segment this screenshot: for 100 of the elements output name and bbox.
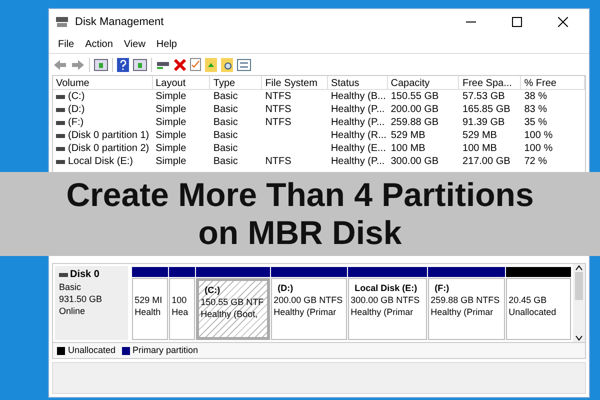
delete-icon[interactable] — [174, 58, 186, 70]
table-cell-text: Healthy (P... — [330, 116, 385, 130]
menu-item[interactable]: Action — [80, 36, 118, 52]
partition-size: 100 — [172, 294, 188, 306]
partition-block[interactable]: 100 Hea — [168, 278, 195, 340]
table-cell-text: Basic — [213, 116, 238, 130]
disk-size: 931.50 GB — [59, 293, 104, 305]
table-cell-text: Simple — [156, 129, 186, 143]
partition-size: 20.45 GB — [508, 294, 548, 306]
column-header[interactable]: Capacity — [388, 76, 460, 89]
table-cell-text: 259.88 GB — [390, 116, 439, 130]
partition-size: 259.88 GB NTFS — [430, 294, 501, 306]
partition-label: (F:) — [434, 282, 450, 294]
table-cell-text: 100 % — [524, 142, 553, 156]
table-cell-text: Basic — [213, 142, 238, 156]
console-tree-icon[interactable] — [94, 58, 108, 70]
partition-block[interactable]: (D:) 200.00 GB NTFS Healthy (Primar — [270, 278, 347, 340]
table-cell-text: (F:) — [68, 116, 84, 130]
table-cell-text: 165.85 GB — [462, 103, 510, 117]
table-cell-text: (D:) — [68, 103, 85, 117]
disk-state: Online — [59, 305, 86, 317]
table-cell-text: NTFS — [265, 116, 292, 130]
legend-label: Primary partition — [132, 344, 198, 357]
table-cell-text: 100 MB — [390, 142, 426, 156]
table-cell-text: 91.39 GB — [462, 116, 505, 130]
partition-size: 300.00 GB NTFS — [350, 294, 421, 306]
partition-status: Health — [134, 306, 162, 318]
column-header[interactable]: Volume — [53, 76, 153, 89]
partition-size: 150.55 GB NTF — [200, 296, 265, 308]
table-cell-text: Local Disk (E:) — [68, 155, 134, 169]
column-header[interactable]: Type — [210, 76, 262, 89]
table-cell-text: (C:) — [68, 90, 85, 104]
action-pane-icon[interactable] — [133, 58, 147, 70]
folder-magnifier-icon[interactable] — [221, 58, 233, 72]
table-cell-text: Healthy (E... — [330, 142, 386, 156]
table-cell-text: Basic — [213, 129, 238, 143]
partition-block[interactable]: (F:) 259.88 GB NTFS Healthy (Primar — [428, 278, 505, 340]
column-header[interactable]: File System — [262, 76, 328, 89]
table-cell-text: 217.00 GB — [462, 155, 510, 169]
column-header[interactable]: % Free — [521, 76, 585, 89]
partition-status: Unallocated — [508, 306, 558, 318]
table-cell-text: 57.53 GB — [462, 90, 505, 104]
back-arrow-icon[interactable] — [53, 58, 67, 70]
partition-label: Local Disk (E:) — [354, 282, 418, 294]
partition-size: 200.00 GB NTFS — [274, 294, 344, 306]
partition-block[interactable]: 20.45 GB Unallocated — [506, 278, 571, 340]
table-cell-text: (Disk 0 partition 1) — [68, 129, 150, 143]
partition-label: (C:) — [204, 284, 222, 296]
partition-block[interactable]: 529 MI Health — [132, 278, 168, 340]
table-cell-text: Basic — [213, 103, 238, 117]
partition-status: Healthy (Primar — [274, 306, 338, 318]
table-cell-text: Healthy (B... — [330, 90, 386, 104]
partition-label: (D:) — [276, 282, 294, 294]
forward-arrow-icon[interactable] — [71, 58, 85, 70]
partition-block[interactable]: (C:) 150.55 GB NTF Healthy (Boot, — [196, 278, 270, 340]
table-cell-text: NTFS — [265, 103, 292, 117]
menu-item[interactable]: View — [118, 36, 150, 52]
table-cell-text: Basic — [213, 155, 238, 169]
table-cell-text: 72 % — [524, 155, 548, 169]
partition-status: Hea — [172, 306, 190, 318]
maximize-icon — [512, 17, 522, 27]
table-cell-text: 100 % — [524, 129, 553, 143]
banner-title: on MBR Disk — [198, 214, 402, 252]
column-header[interactable]: Layout — [152, 76, 210, 89]
table-cell-text: 83 % — [524, 103, 548, 117]
table-cell-text: 100 MB — [462, 142, 497, 156]
table-cell-text: Healthy (P... — [330, 103, 385, 117]
partition-status: Healthy (Primar — [350, 306, 414, 318]
partition-size: 529 MI — [134, 294, 164, 306]
vertical-scrollbar[interactable] — [572, 264, 585, 342]
table-cell-text: Simple — [156, 142, 186, 156]
disk-name: Disk 0 — [70, 269, 100, 281]
column-header[interactable]: Status — [328, 76, 388, 89]
partition-status: Healthy (Boot, — [200, 308, 259, 320]
legend-label: Unallocated — [68, 344, 116, 357]
table-cell-text: Simple — [156, 103, 186, 117]
table-cell-text: Healthy (P... — [330, 155, 385, 169]
table-cell-text: Simple — [156, 90, 186, 104]
table-cell-text: Healthy (R... — [330, 129, 386, 143]
partition-block[interactable]: Local Disk (E:) 300.00 GB NTFS Healthy (Primar — [348, 278, 427, 340]
menu-item[interactable]: Help — [151, 36, 182, 52]
table-cell-text: Simple — [156, 116, 186, 130]
table-cell-text: 200.00 GB — [390, 103, 439, 117]
properties-list-icon[interactable] — [237, 58, 251, 70]
disk-drive-icon — [55, 16, 69, 28]
menu-item[interactable]: File — [53, 36, 80, 52]
table-cell-text: 38 % — [524, 90, 548, 104]
banner-title: Create More Than 4 Partitions — [66, 176, 534, 214]
checklist-icon[interactable] — [190, 58, 201, 71]
help-icon[interactable] — [117, 58, 129, 72]
table-cell-text: 529 MB — [462, 129, 497, 143]
table-cell-text: Basic — [213, 90, 238, 104]
column-header[interactable]: Free Spa... — [459, 76, 522, 89]
table-cell-text: Simple — [156, 155, 186, 169]
close-icon — [558, 17, 568, 27]
disk-type: Basic — [59, 281, 82, 293]
table-cell-text: NTFS — [265, 155, 292, 169]
window-title: Disk Management — [75, 14, 164, 30]
table-cell-text: 150.55 GB — [390, 90, 439, 104]
scrollbar-thumb[interactable] — [574, 272, 583, 300]
